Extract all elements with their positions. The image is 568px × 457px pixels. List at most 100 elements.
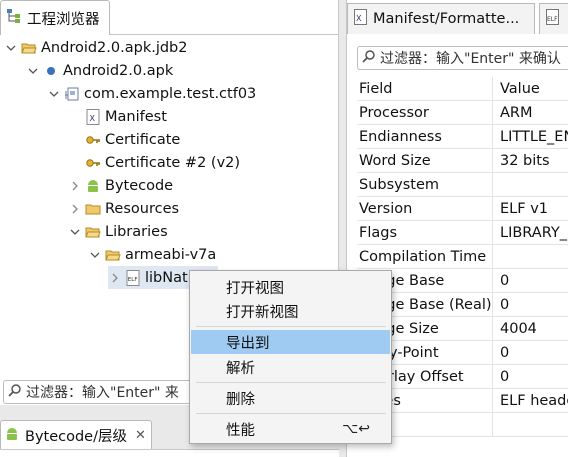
shortcut-label: ⌥↩ [342,421,370,437]
chevron-right-icon[interactable] [68,179,82,193]
tree-item-label: Resources [105,200,180,217]
cell-value: ELF heade [500,393,568,409]
header-field: Field [357,77,493,101]
tree-item-label: Libraries [105,223,168,240]
table-row[interactable]: Word Size 32 bits [357,149,568,173]
tree-item-label: libNat [145,269,188,286]
tab-label: Bytecode/层级 [25,429,127,445]
hierarchy-icon [6,8,22,28]
menu-item[interactable]: 解析 [191,355,390,379]
elf-file-icon: ELF [546,9,559,29]
tree-item[interactable]: Resources [68,197,179,220]
tree-item-label: com.example.test.ctf03 [84,85,257,102]
chevron-down-icon[interactable] [26,64,40,78]
filter-placeholder: 过滤器：输入"Enter" 来 [26,385,179,401]
menu-item-label: 打开新视图 [226,304,299,321]
android-icon [85,178,101,194]
dot-icon [43,63,59,79]
svg-text:ELF: ELF [547,16,558,23]
android-icon [4,426,20,446]
tree-item-label: Android2.0.apk.jdb2 [41,39,188,56]
tab-elf[interactable]: ELF [539,3,568,34]
tree-item[interactable]: Libraries [68,220,168,243]
chevron-right-icon[interactable] [68,202,82,216]
tree-item[interactable]: Certificate #2 (v2) [68,151,240,174]
table-row[interactable]: Endianness LITTLE_EN [357,125,568,149]
folder-open-icon [105,247,121,263]
tree-item-label: armeabi-v7a [125,246,217,263]
cell-value: 0 [500,345,510,361]
tree-item-label: Manifest [105,108,167,125]
chevron-down-icon[interactable] [47,87,61,101]
tree-item-label: Certificate #2 (v2) [105,154,241,171]
chevron-down-icon[interactable] [68,225,82,239]
chevron-down-icon[interactable] [88,248,102,262]
tree-item[interactable]: Certificate [68,128,180,151]
table-row[interactable]: Processor ARM [357,101,568,125]
tab-label: Manifest/Formatte... [373,11,520,27]
cell-field: Compilation Time [357,245,493,269]
tab-project-explorer[interactable]: 工程浏览器 [0,0,110,35]
folder-icon [85,201,101,217]
menu-item[interactable]: 导出到 [191,330,390,354]
table-row[interactable]: Flags LIBRARY_ [357,221,568,245]
menu-item-label: 删除 [226,391,255,408]
search-icon [8,383,22,401]
table-filter-input[interactable]: 过滤器：输入"Enter" 来确认 [357,46,568,70]
folder-open-icon [21,40,37,56]
header-value: Value [500,81,540,97]
search-icon [362,49,376,67]
table-row[interactable]: Version ELF v1 [357,197,568,221]
svg-text:X: X [356,14,362,23]
tab-label: 工程浏览器 [27,11,100,28]
table-row[interactable]: Subsystem [357,173,568,197]
menu-item[interactable]: 打开新视图 [191,299,390,323]
cell-value: 32 bits [500,153,550,169]
tree-item-label: Android2.0.apk [63,62,174,79]
tab-manifest[interactable]: X Manifest/Formatte... [347,3,535,34]
cell-field: Endianness [357,125,493,149]
cell-field: Subsystem [357,173,493,197]
menu-item-label: 打开视图 [226,280,284,297]
svg-text:X: X [90,114,96,123]
menu-item[interactable]: 打开视图 [191,275,390,299]
tree-item[interactable]: armeabi-v7a [88,243,216,266]
table-header: Field Value [357,77,568,101]
cell-field: Version [357,197,493,221]
bottom-pane [0,449,339,457]
filter-placeholder: 过滤器：输入"Enter" 来确认 [380,51,561,67]
xml-file-icon: X [354,9,367,29]
tabbar-divider [110,34,339,35]
context-menu: 打开视图打开新视图导出到解析删除性能 ⌥↩ [189,270,392,444]
tab-bytecode-hierarchy[interactable]: Bytecode/层级 ✕ [0,420,152,450]
cell-field: Flags [357,221,493,245]
folder-open-icon [85,224,101,240]
menu-item[interactable]: 删除 [191,386,390,410]
elf-file-icon: ELF [125,269,141,286]
chevron-down-icon[interactable] [4,41,18,55]
table-row[interactable]: Compilation Time [357,245,568,269]
tree-item[interactable]: Bytecode [68,174,173,197]
chevron-right-icon[interactable] [108,271,122,285]
key-icon [85,132,101,148]
tree-item[interactable]: X Manifest [68,105,167,128]
menu-item[interactable]: 性能 ⌥↩ [191,417,390,441]
tree-item[interactable]: Android2.0.apk [26,59,173,82]
cell-value: 4004 [500,321,537,337]
menu-item-label: 性能 [226,422,255,439]
cell-value: LITTLE_EN [500,129,568,145]
cell-value: 0 [500,297,510,313]
app-window: 工程浏览器 Android2.0.apk.jdb2 Android2.0.apk c… [0,0,568,457]
close-icon[interactable]: ✕ [135,428,146,443]
cell-value: 0 [500,273,510,289]
cell-field: Processor [357,101,493,125]
cell-value [498,245,568,269]
tree-item[interactable]: com.example.test.ctf03 [47,82,256,105]
tree-item-label: Certificate [105,131,181,148]
tree-item[interactable]: Android2.0.apk.jdb2 [4,36,188,59]
menu-item-label: 解析 [226,360,255,377]
cell-value [498,173,568,197]
